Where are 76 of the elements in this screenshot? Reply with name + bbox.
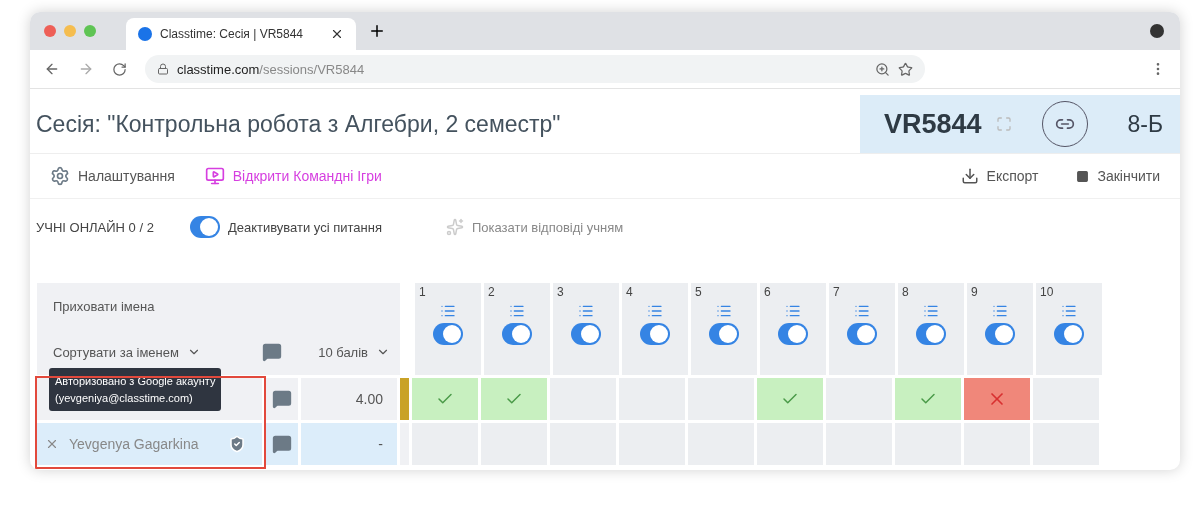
student-name: Yevgenya Gagarkina (69, 436, 200, 452)
shield-check-icon (228, 435, 246, 453)
answer-cell[interactable] (412, 378, 478, 420)
list-icon[interactable] (785, 303, 801, 319)
list-icon[interactable] (1061, 303, 1077, 319)
screen-play-icon (204, 166, 225, 186)
question-number: 5 (694, 285, 702, 299)
question-toggle[interactable] (640, 323, 670, 345)
sort-dropdown[interactable]: Сортувати за іменем (53, 344, 201, 360)
list-icon[interactable] (923, 303, 939, 319)
question-number: 2 (487, 285, 495, 299)
question-number: 7 (832, 285, 840, 299)
session-title: Сесія: "Контрольна робота з Алгебри, 2 семестр" (35, 109, 562, 139)
remove-icon[interactable] (45, 437, 59, 451)
question-toggle[interactable] (985, 323, 1015, 345)
list-icon[interactable] (854, 303, 870, 319)
toggle-switch[interactable] (189, 216, 220, 238)
question-toggle[interactable] (847, 323, 877, 345)
list-icon[interactable] (992, 303, 1008, 319)
export-button[interactable]: Експорт (960, 167, 1039, 185)
score-cell: 4.00 (301, 378, 397, 420)
question-toggle[interactable] (709, 323, 739, 345)
question-toggle[interactable] (778, 323, 808, 345)
students-online: УЧНІ ОНЛАЙН 0 / 2 (36, 219, 154, 235)
deactivate-toggle[interactable]: Деактивувати усі питання (189, 216, 382, 238)
list-icon[interactable] (716, 303, 732, 319)
question-number: 10 (1039, 285, 1054, 299)
question-toggle[interactable] (1054, 323, 1084, 345)
class-name: 8-Б (1127, 110, 1164, 138)
show-answers-button[interactable]: Показати відповіді учням (445, 218, 624, 236)
question-number: 4 (625, 285, 633, 299)
question-number: 8 (901, 285, 909, 299)
score-cell: - (301, 423, 397, 465)
session-code: VR5844 (884, 108, 982, 140)
back-icon[interactable] (44, 61, 60, 77)
address-bar[interactable]: classtime.com/sessions/VR5844 (145, 55, 925, 83)
question-number: 1 (418, 285, 426, 299)
download-icon (960, 167, 979, 185)
comment-icon[interactable] (271, 389, 292, 409)
list-icon[interactable] (509, 303, 525, 319)
question-toggle[interactable] (571, 323, 601, 345)
browser-tab[interactable]: Classtime: Сесія | VR5844 (126, 18, 356, 50)
lock-icon (157, 63, 169, 75)
site-logo-icon (138, 27, 152, 41)
answer-cell[interactable] (757, 378, 823, 420)
hide-names-link[interactable]: Приховати імена (53, 298, 155, 314)
close-icon[interactable] (330, 27, 344, 41)
list-icon[interactable] (578, 303, 594, 319)
zoom-icon[interactable] (875, 61, 890, 77)
stop-icon (1076, 169, 1090, 183)
finish-button[interactable]: Закінчити (1076, 168, 1160, 184)
comment-icon[interactable] (271, 434, 292, 454)
answer-cell[interactable] (964, 378, 1030, 420)
reload-icon[interactable] (112, 61, 127, 77)
settings-icon (50, 166, 70, 186)
bookmark-star-icon[interactable] (898, 61, 913, 77)
team-games-button[interactable]: Відкрити Командні Ігри (204, 166, 382, 186)
list-icon[interactable] (440, 303, 456, 319)
question-number: 6 (763, 285, 771, 299)
question-toggle[interactable] (916, 323, 946, 345)
answer-cell[interactable] (895, 378, 961, 420)
forward-icon[interactable] (78, 61, 94, 77)
close-window-control[interactable] (44, 25, 56, 37)
settings-button[interactable]: Налаштування (50, 166, 175, 186)
question-number: 3 (556, 285, 564, 299)
list-icon[interactable] (647, 303, 663, 319)
question-toggle[interactable] (433, 323, 463, 345)
new-tab-icon[interactable] (368, 22, 386, 40)
answer-cell[interactable] (481, 378, 547, 420)
comment-icon[interactable] (262, 342, 282, 362)
profile-icon[interactable] (1150, 24, 1164, 38)
sparkle-icon (445, 218, 464, 236)
points-dropdown[interactable]: 10 балів (298, 344, 400, 360)
zoom-window-control[interactable] (84, 25, 96, 37)
question-toggle[interactable] (502, 323, 532, 345)
question-number: 9 (970, 285, 978, 299)
